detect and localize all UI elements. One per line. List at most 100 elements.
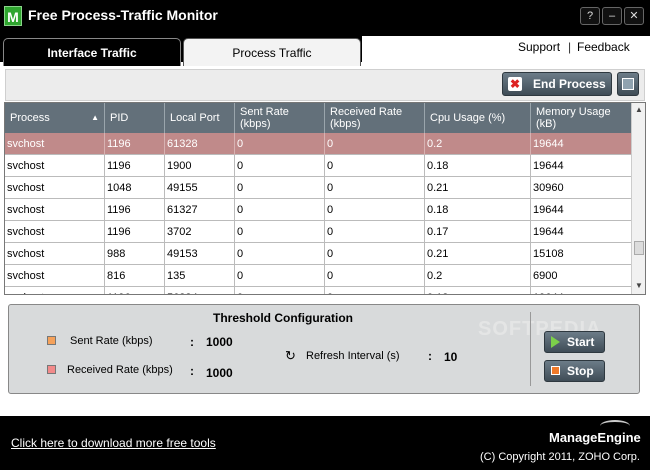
refresh-icon: ↻ xyxy=(285,348,296,363)
copyright-text: (C) Copyright 2011, ZOHO Corp. xyxy=(480,451,640,463)
table-cell: svchost xyxy=(5,265,105,287)
table-cell: 19644 xyxy=(531,287,631,294)
column-header-sent-rate[interactable]: Sent Rate (kbps) xyxy=(235,103,325,133)
table-cell: 0 xyxy=(235,221,325,243)
scroll-thumb[interactable] xyxy=(634,241,644,255)
column-label: Memory Usage (kB) xyxy=(536,106,611,130)
table-cell: 0 xyxy=(235,287,325,294)
table-cell: 0 xyxy=(325,243,425,265)
table-row[interactable]: svchost 1048 49155 0 0 0.21 30960 xyxy=(5,177,631,199)
minimize-button[interactable]: – xyxy=(602,7,622,25)
column-label: Local Port xyxy=(170,112,220,124)
table-cell: 0 xyxy=(325,265,425,287)
close-button[interactable]: ✕ xyxy=(624,7,644,25)
table-cell: svchost xyxy=(5,199,105,221)
window-title: Free Process-Traffic Monitor xyxy=(28,7,218,23)
column-header-memory-usage[interactable]: Memory Usage (kB) xyxy=(531,103,631,133)
table-cell: svchost xyxy=(5,177,105,199)
table-cell: 6900 xyxy=(533,270,558,282)
table-cell: 56884 xyxy=(165,287,235,294)
table-cell: 0 xyxy=(325,133,425,155)
table-cell: 0 xyxy=(235,177,325,199)
table-cell: svchost xyxy=(5,155,105,177)
table-row[interactable]: svchost 988 49153 0 0 0.21 15108 xyxy=(5,243,631,265)
refresh-interval-value[interactable]: 10 xyxy=(444,350,457,364)
column-header-cpu-usage[interactable]: Cpu Usage (%) xyxy=(425,103,531,133)
received-rate-value[interactable]: 1000 xyxy=(206,366,233,380)
table-cell: 0 xyxy=(235,243,325,265)
table-cell: 988 xyxy=(105,243,165,265)
received-rate-colon: : xyxy=(190,364,194,378)
table-cell: 135 xyxy=(165,265,235,287)
table-cell: 61328 xyxy=(165,133,235,155)
close-icon: ✖ xyxy=(508,77,522,91)
table-cell: 19644 xyxy=(533,138,564,150)
table-cell: 49153 xyxy=(165,243,235,265)
feedback-link[interactable]: Feedback xyxy=(577,40,630,54)
table-cell: 0.18 xyxy=(425,199,531,221)
table-cell: 0.18 xyxy=(425,155,531,177)
column-header-pid[interactable]: PID xyxy=(105,103,165,133)
refresh-interval-label: Refresh Interval (s) xyxy=(306,350,400,362)
tab-process-traffic[interactable]: Process Traffic xyxy=(183,38,361,66)
table-cell: 0 xyxy=(325,155,425,177)
sent-rate-colon: : xyxy=(190,335,194,349)
table-cell: 30960 xyxy=(533,182,564,194)
table-cell: 1196 xyxy=(105,133,165,155)
sent-rate-value[interactable]: 1000 xyxy=(206,335,233,349)
column-label: Sent Rate (kbps) xyxy=(240,106,289,130)
column-header-received-rate[interactable]: Received Rate (kbps) xyxy=(325,103,425,133)
table-cell: svchost xyxy=(5,221,105,243)
received-rate-color-swatch[interactable] xyxy=(47,365,56,374)
scroll-up-icon[interactable]: ▲ xyxy=(634,105,644,115)
table-cell: 0.21 xyxy=(425,243,531,265)
table-cell: 0.2 xyxy=(425,265,531,287)
table-cell: svchost xyxy=(5,287,105,294)
table-cell: 0.18 xyxy=(425,287,531,294)
column-label: Cpu Usage (%) xyxy=(430,112,506,124)
table-cell: svchost xyxy=(5,243,105,265)
table-row[interactable]: svchost 1196 1900 0 0 0.18 19644 xyxy=(5,155,631,177)
table-cell: 0 xyxy=(325,287,425,294)
sent-rate-color-swatch[interactable] xyxy=(47,336,56,345)
divider xyxy=(530,312,531,386)
table-row[interactable]: svchost 816 135 0 0 0.2 6900 xyxy=(5,265,631,287)
export-icon xyxy=(622,78,634,90)
table-cell: 0 xyxy=(235,265,325,287)
table-cell: 0 xyxy=(235,155,325,177)
table-cell: 1196 xyxy=(105,287,165,294)
table-row[interactable]: svchost 1196 3702 0 0 0.17 19644 xyxy=(5,221,631,243)
table-cell: 3702 xyxy=(165,221,235,243)
column-header-local-port[interactable]: Local Port xyxy=(165,103,235,133)
table-cell: 0 xyxy=(325,199,425,221)
threshold-title: Threshold Configuration xyxy=(213,311,353,325)
table-cell: 1196 xyxy=(105,199,165,221)
table-cell: 0 xyxy=(235,199,325,221)
table-cell: 0 xyxy=(325,221,425,243)
column-header-process[interactable]: Process ▲ xyxy=(5,103,105,133)
received-rate-label: Received Rate (kbps) xyxy=(67,364,173,376)
table-cell: 15108 xyxy=(533,248,564,260)
scroll-down-icon[interactable]: ▼ xyxy=(634,281,644,291)
download-tools-link[interactable]: Click here to download more free tools xyxy=(11,436,216,450)
table-cell: 1196 xyxy=(105,155,165,177)
process-table: Process ▲ PID Local Port Sent Rate (kbps… xyxy=(4,102,646,295)
table-row[interactable]: svchost 1196 61327 0 0 0.18 19644 xyxy=(5,199,631,221)
tab-interface-traffic[interactable]: Interface Traffic xyxy=(3,38,181,66)
table-cell: 0 xyxy=(235,133,325,155)
support-link[interactable]: Support xyxy=(518,40,560,54)
sent-rate-label: Sent Rate (kbps) xyxy=(70,335,153,347)
table-cell: 1048 xyxy=(105,177,165,199)
table-row[interactable]: svchost119656884000.1819644 xyxy=(5,287,631,294)
table-header: Process ▲ PID Local Port Sent Rate (kbps… xyxy=(5,103,631,133)
app-logo-icon: M xyxy=(4,6,22,26)
table-cell: 0.17 xyxy=(425,221,531,243)
vertical-scrollbar[interactable]: ▲ ▼ xyxy=(631,103,645,294)
refresh-interval-colon: : xyxy=(428,349,432,363)
table-row[interactable]: svchost 1196 61328 0 0 0.2 19644 xyxy=(5,133,631,155)
help-button[interactable]: ? xyxy=(580,7,600,25)
table-cell: 61327 xyxy=(165,199,235,221)
table-cell: svchost xyxy=(5,133,105,155)
column-label: Received Rate (kbps) xyxy=(330,106,403,130)
table-cell: 1900 xyxy=(165,155,235,177)
